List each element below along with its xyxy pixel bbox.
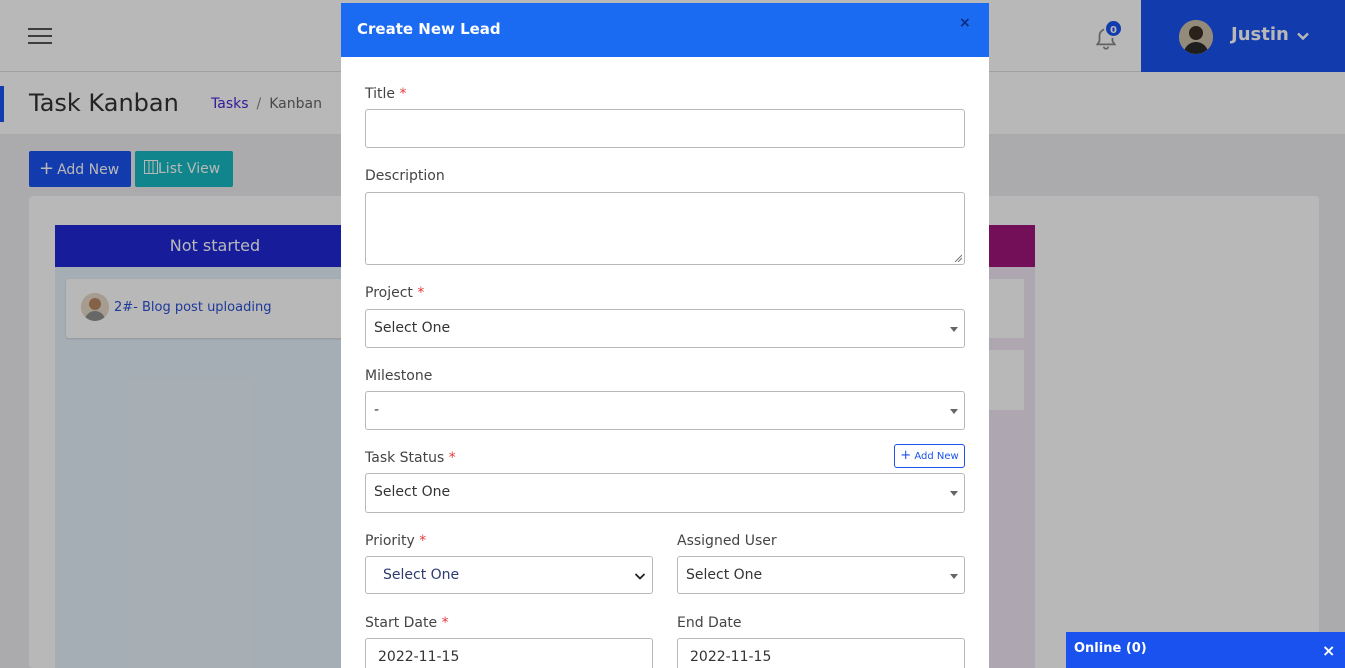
- plus-icon: +: [900, 448, 912, 463]
- title-label: Title *: [365, 86, 407, 102]
- caret-down-icon: [950, 409, 958, 414]
- project-select-value: Select One: [374, 320, 451, 336]
- milestone-select-value: -: [374, 402, 380, 418]
- milestone-label: Milestone: [365, 368, 433, 384]
- start-date-value: 2022-11-15: [378, 649, 460, 665]
- close-icon[interactable]: ×: [959, 15, 971, 31]
- assigned-user-select-value: Select One: [686, 567, 763, 583]
- end-date-value: 2022-11-15: [690, 649, 772, 665]
- modal-title: Create New Lead: [357, 20, 501, 38]
- assigned-user-select[interactable]: Select One: [677, 556, 965, 594]
- caret-down-icon: [950, 574, 958, 579]
- online-chat-widget[interactable]: Online (0) ×: [1066, 632, 1345, 668]
- description-textarea[interactable]: [365, 192, 965, 265]
- caret-down-icon: [950, 327, 958, 332]
- priority-select-value: Select One: [383, 567, 460, 583]
- description-label: Description: [365, 168, 445, 184]
- modal-header: Create New Lead ×: [341, 3, 989, 57]
- end-date-label: End Date: [677, 615, 742, 631]
- assigned-user-label: Assigned User: [677, 533, 777, 549]
- title-input[interactable]: [365, 109, 965, 148]
- chat-online-label: Online (0): [1074, 641, 1147, 656]
- task-status-select-value: Select One: [374, 484, 451, 500]
- project-label: Project *: [365, 285, 425, 301]
- priority-label: Priority *: [365, 533, 427, 549]
- milestone-select[interactable]: -: [365, 391, 965, 430]
- start-date-label: Start Date *: [365, 615, 449, 631]
- task-status-select[interactable]: Select One: [365, 473, 965, 513]
- chevron-down-icon: [634, 573, 646, 580]
- add-new-status-button[interactable]: + Add New: [894, 444, 965, 468]
- caret-down-icon: [950, 491, 958, 496]
- task-status-label: Task Status *: [365, 450, 456, 466]
- chat-close-icon[interactable]: ×: [1322, 641, 1335, 660]
- project-select[interactable]: Select One: [365, 309, 965, 348]
- resize-handle-icon[interactable]: [954, 254, 962, 262]
- end-date-input[interactable]: 2022-11-15: [677, 638, 965, 668]
- create-lead-modal: Create New Lead × Title * Description Pr…: [341, 3, 989, 668]
- priority-select[interactable]: Select One: [365, 556, 653, 594]
- start-date-input[interactable]: 2022-11-15: [365, 638, 653, 668]
